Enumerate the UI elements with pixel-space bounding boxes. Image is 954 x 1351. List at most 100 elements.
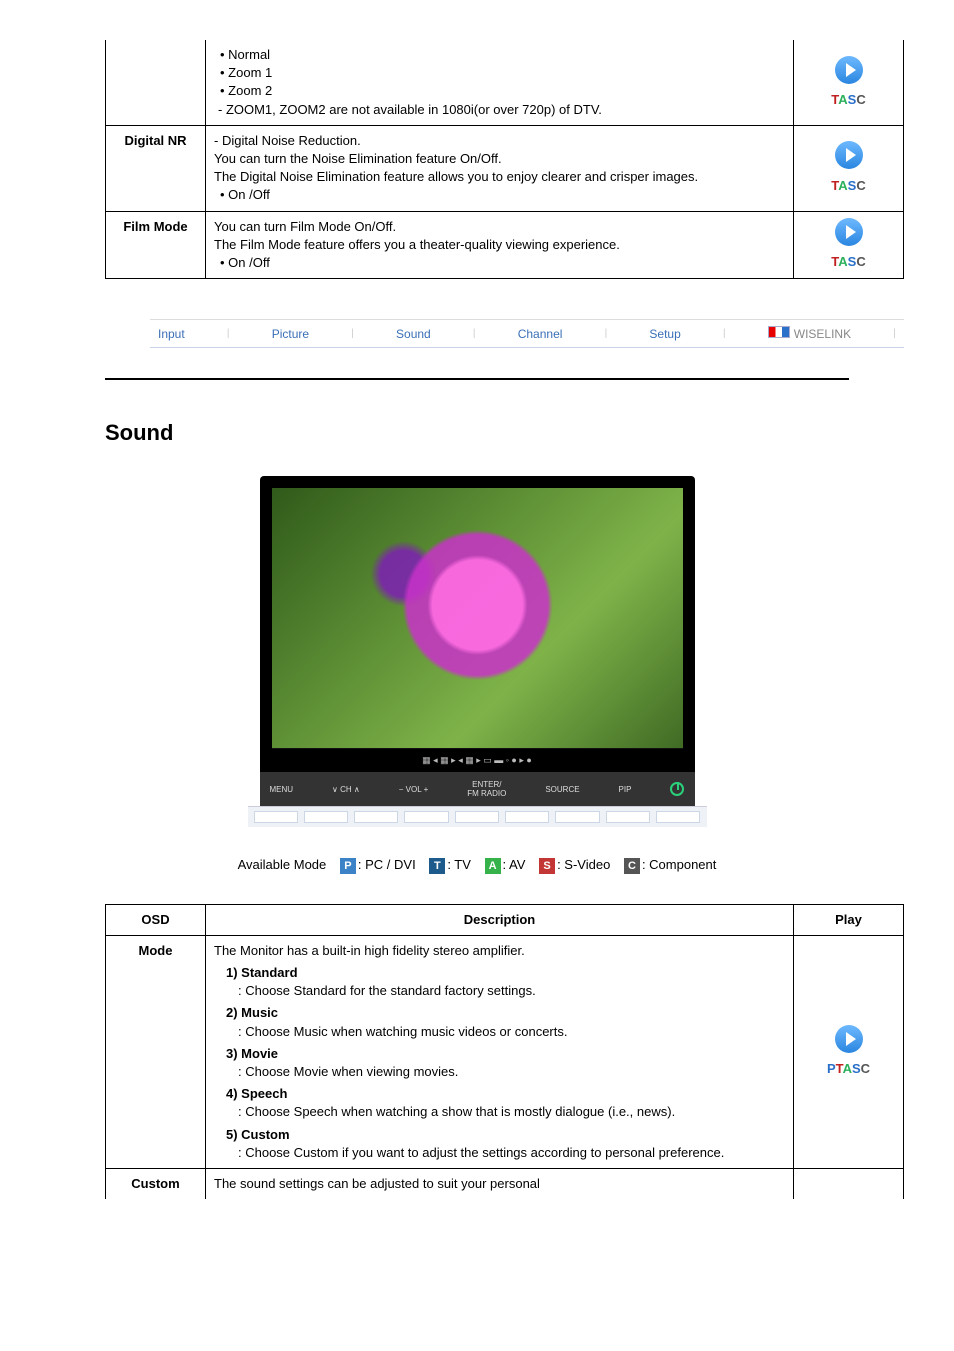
monitor-preview: ▦ ◂ ▦ ▸ ◂ ▦ ▸ ▭ ▬ ◦ ● ▸ ● MENU ∨ CH ∧ − … bbox=[50, 476, 904, 827]
btn-enter[interactable]: ENTER/ FM RADIO bbox=[467, 780, 506, 798]
available-mode-legend: Available Mode P: PC / DVI T: TV A: AV S… bbox=[50, 857, 904, 874]
header-play: Play bbox=[794, 904, 904, 935]
mode-badge-c: C bbox=[624, 858, 640, 874]
btn-vol[interactable]: − VOL + bbox=[399, 785, 429, 794]
mode-text-a: : AV bbox=[503, 857, 526, 872]
page-tab bbox=[606, 811, 650, 823]
bullet-text: Zoom 2 bbox=[228, 83, 272, 98]
row-desc: You can turn Film Mode On/Off. The Film … bbox=[206, 211, 794, 279]
item-text: : Choose Custom if you want to adjust th… bbox=[214, 1144, 785, 1162]
row-play: TASC bbox=[794, 211, 904, 279]
sound-table: OSD Description Play Mode The Monitor ha… bbox=[105, 904, 904, 1199]
header-osd: OSD bbox=[106, 904, 206, 935]
play-icon[interactable] bbox=[835, 218, 863, 246]
tab-picture[interactable]: Picture bbox=[272, 327, 309, 341]
mode-badges: TASC bbox=[802, 177, 895, 195]
row-desc: • Normal • Zoom 1 • Zoom 2 - ZOOM1, ZOOM… bbox=[206, 40, 794, 125]
desc-line: - Digital Noise Reduction. bbox=[214, 132, 785, 150]
table-row: Mode The Monitor has a built-in high fid… bbox=[106, 935, 904, 1168]
tab-sep: | bbox=[473, 328, 476, 339]
tab-sep: | bbox=[227, 328, 230, 339]
wiselink-flag-icon bbox=[768, 326, 790, 338]
power-icon[interactable] bbox=[670, 782, 684, 796]
table-header-row: OSD Description Play bbox=[106, 904, 904, 935]
page-tab bbox=[254, 811, 298, 823]
item-heading: 4) Speech bbox=[214, 1085, 785, 1103]
tab-channel[interactable]: Channel bbox=[518, 327, 563, 341]
mode-badges: PTASC bbox=[802, 1060, 895, 1078]
page-tab bbox=[404, 811, 448, 823]
item-heading: 2) Music bbox=[214, 1004, 785, 1022]
desc-line: You can turn the Noise Elimination featu… bbox=[214, 150, 785, 168]
tab-sound[interactable]: Sound bbox=[396, 327, 431, 341]
mode-badge-a: A bbox=[485, 858, 501, 874]
mode-badges: TASC bbox=[802, 91, 895, 109]
table-row: Custom The sound settings can be adjuste… bbox=[106, 1168, 904, 1199]
monitor-screen bbox=[272, 488, 683, 748]
item-text: : Choose Speech when watching a show tha… bbox=[214, 1103, 785, 1121]
play-icon[interactable] bbox=[835, 1025, 863, 1053]
mode-badge-t: T bbox=[429, 858, 445, 874]
available-mode-label: Available Mode bbox=[238, 857, 327, 872]
row-label: Film Mode bbox=[106, 211, 206, 279]
play-icon[interactable] bbox=[835, 56, 863, 84]
bullet-item: • Zoom 2 bbox=[214, 82, 785, 100]
btn-menu[interactable]: MENU bbox=[270, 785, 294, 794]
mode-text-p: : PC / DVI bbox=[358, 857, 416, 872]
page-tab bbox=[555, 811, 599, 823]
monitor-osd-bar: ▦ ◂ ▦ ▸ ◂ ▦ ▸ ▭ ▬ ◦ ● ▸ ● bbox=[272, 748, 683, 772]
row-label: Mode bbox=[106, 935, 206, 1168]
item-heading: 1) Standard bbox=[214, 964, 785, 982]
table-row: • Normal • Zoom 1 • Zoom 2 - ZOOM1, ZOOM… bbox=[106, 40, 904, 125]
page-tab bbox=[455, 811, 499, 823]
play-icon[interactable] bbox=[835, 141, 863, 169]
tab-sep: | bbox=[605, 328, 608, 339]
bullet-text: Normal bbox=[228, 47, 270, 62]
row-desc: The Monitor has a built-in high fidelity… bbox=[206, 935, 794, 1168]
bullet-item: • On /Off bbox=[214, 254, 785, 272]
bullet-item: • On /Off bbox=[214, 186, 785, 204]
row-label: Digital NR bbox=[106, 125, 206, 211]
row-desc: The sound settings can be adjusted to su… bbox=[206, 1168, 794, 1199]
bullet-text: On /Off bbox=[228, 255, 270, 270]
mode-text-c: : Component bbox=[642, 857, 716, 872]
page-tab bbox=[656, 811, 700, 823]
top-table: • Normal • Zoom 1 • Zoom 2 - ZOOM1, ZOOM… bbox=[105, 40, 904, 279]
item-text: : Choose Standard for the standard facto… bbox=[214, 982, 785, 1000]
table-row: Film Mode You can turn Film Mode On/Off.… bbox=[106, 211, 904, 279]
item-text: : Choose Music when watching music video… bbox=[214, 1023, 785, 1041]
tabs-strip: Input | Picture | Sound | Channel | Setup | W… bbox=[150, 319, 904, 348]
page-tab bbox=[304, 811, 348, 823]
bullet-item: • Zoom 1 bbox=[214, 64, 785, 82]
btn-pip[interactable]: PIP bbox=[619, 785, 632, 794]
monitor-frame: ▦ ◂ ▦ ▸ ◂ ▦ ▸ ▭ ▬ ◦ ● ▸ ● MENU ∨ CH ∧ − … bbox=[260, 476, 695, 827]
tab-wiselink-label: WISELINK bbox=[794, 327, 851, 341]
btn-ch[interactable]: ∨ CH ∧ bbox=[332, 785, 360, 794]
desc-line: The Digital Noise Elimination feature al… bbox=[214, 168, 785, 186]
desc-line: The Film Mode feature offers you a theat… bbox=[214, 236, 785, 254]
tab-sep: | bbox=[893, 328, 896, 339]
bullet-text: On /Off bbox=[228, 187, 270, 202]
tab-wiselink[interactable]: WISELINK bbox=[768, 326, 851, 341]
monitor-page-tabs bbox=[248, 806, 707, 827]
sound-heading: Sound bbox=[105, 420, 904, 446]
page-tab bbox=[505, 811, 549, 823]
tab-sep: | bbox=[723, 328, 726, 339]
table-row: Digital NR - Digital Noise Reduction. Yo… bbox=[106, 125, 904, 211]
bullet-item: • Normal bbox=[214, 46, 785, 64]
row-play bbox=[794, 1168, 904, 1199]
header-desc: Description bbox=[206, 904, 794, 935]
item-heading: 3) Movie bbox=[214, 1045, 785, 1063]
item-heading: 5) Custom bbox=[214, 1126, 785, 1144]
row-play: TASC bbox=[794, 40, 904, 125]
mode-text-t: : TV bbox=[447, 857, 471, 872]
tab-setup[interactable]: Setup bbox=[649, 327, 680, 341]
tab-input[interactable]: Input bbox=[158, 327, 185, 341]
item-text: : Choose Movie when viewing movies. bbox=[214, 1063, 785, 1081]
tab-sep: | bbox=[351, 328, 354, 339]
row-play: PTASC bbox=[794, 935, 904, 1168]
btn-source[interactable]: SOURCE bbox=[545, 785, 579, 794]
bullet-text: Zoom 1 bbox=[228, 65, 272, 80]
row-note: - ZOOM1, ZOOM2 are not available in 1080… bbox=[214, 101, 785, 119]
mode-badge-s: S bbox=[539, 858, 555, 874]
